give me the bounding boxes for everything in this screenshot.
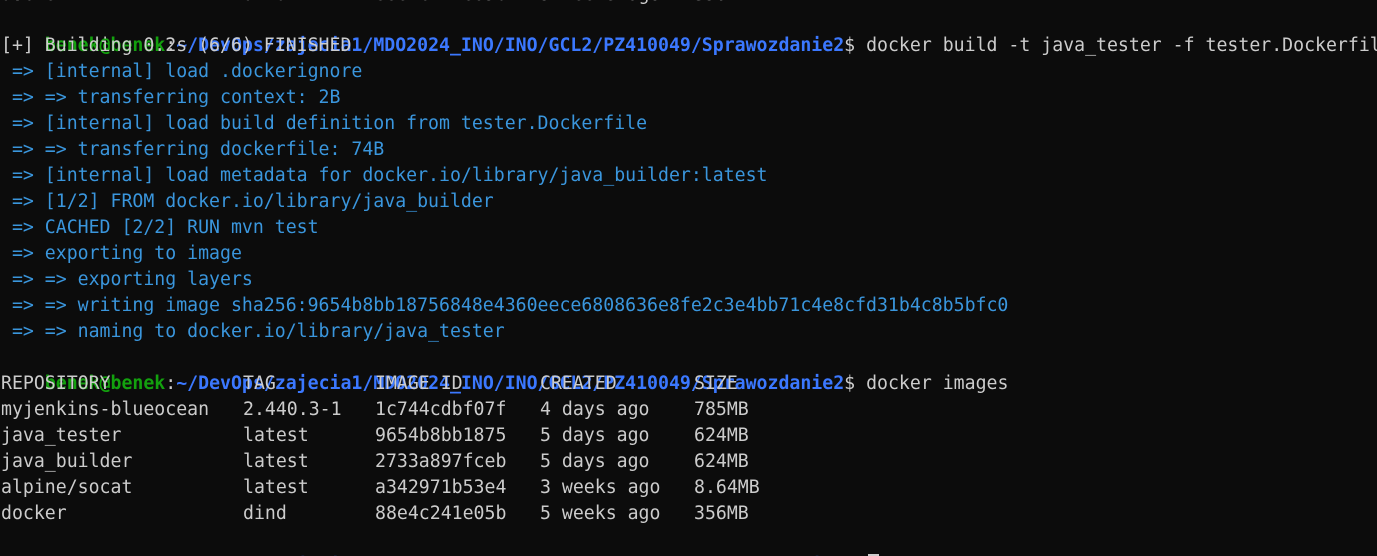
cell-repository: myjenkins-blueocean [1,399,210,420]
table-row: java_builder latest 2733a897fceb 5 days … [1,449,1377,475]
cell-image-id: 88e4c241e05b [375,503,507,524]
cell-created: 5 weeks ago [540,503,661,524]
table-row: alpine/socat latest a342971b53e4 3 weeks… [1,475,1377,501]
prompt-line-build: benek@benek:~/DevOps/zajecia1/MDO2024_IN… [1,7,1377,56]
cell-created: 5 days ago [540,451,650,472]
cell-created: 4 days ago [540,399,650,420]
cell-tag: latest [243,425,309,446]
cell-repository: docker [1,503,67,524]
cell-repository: java_tester [1,425,122,446]
cell-tag: dind [243,503,287,524]
build-step: => exporting to image [1,243,242,264]
header-tag: TAG [243,373,276,394]
build-step: => => naming to docker.io/library/java_t… [1,321,505,342]
cell-repository: alpine/socat [1,477,133,498]
build-step: => [internal] load build definition from… [1,113,648,134]
cell-size: 8.64MB [694,477,760,498]
prompt-symbol: $ [844,35,856,56]
cell-created: 3 weeks ago [540,477,661,498]
build-step: => CACHED [2/2] RUN mvn test [1,217,319,238]
cell-repository: java_builder [1,451,133,472]
cell-created: 5 days ago [540,425,650,446]
table-row: docker dind 88e4c241e05b 5 weeks ago 356… [1,501,1377,527]
command-build: docker build -t java_tester -f tester.Do… [855,35,1377,56]
build-step: => => transferring context: 2B [1,87,341,108]
table-row: java_tester latest 9654b8bb1875 5 days a… [1,423,1377,449]
table-header: REPOSITORY TAG IMAGE ID CREATED SIZE [1,371,1377,397]
cell-tag: latest [243,451,309,472]
header-size: SIZE [694,373,738,394]
cell-image-id: 1c744cdbf07f [375,399,507,420]
build-step: => [internal] load .dockerignore [1,61,363,82]
prompt-line-images: benek@benek:~/DevOps/zajecia1/MDO2024_IN… [44,373,1009,394]
cell-tag: latest [243,477,309,498]
header-repository: REPOSITORY [1,373,111,394]
build-step: => [internal] load metadata for docker.i… [1,165,768,186]
cell-size: 624MB [694,425,749,446]
header-created: CREATED [540,373,617,394]
build-step: => => exporting layers [1,269,253,290]
build-status: [+] Building 0.2s (6/6) FINISHED [1,35,352,56]
cell-image-id: 9654b8bb1875 [375,425,507,446]
terminal-window[interactable]: docker dind 88e4c241e05b 5 weeks ago 356… [0,0,1377,556]
build-step: => => transferring dockerfile: 74B [1,139,385,160]
build-step: => => writing image sha256:9654b8bb18756… [1,295,1009,316]
cell-size: 356MB [694,503,749,524]
cell-size: 785MB [694,399,749,420]
header-image-id: IMAGE ID [375,373,463,394]
cell-tag: 2.440.3-1 [243,399,342,420]
cell-image-id: 2733a897fceb [375,451,507,472]
cell-image-id: a342971b53e4 [375,477,507,498]
cell-size: 624MB [694,451,749,472]
build-step: => [1/2] FROM docker.io/library/java_bui… [1,191,494,212]
table-row: myjenkins-blueocean 2.440.3-1 1c744cdbf0… [1,397,1377,423]
prompt-line-current[interactable]: benek@benek:~/DevOps/zajecia1/MDO2024_IN… [1,527,880,556]
